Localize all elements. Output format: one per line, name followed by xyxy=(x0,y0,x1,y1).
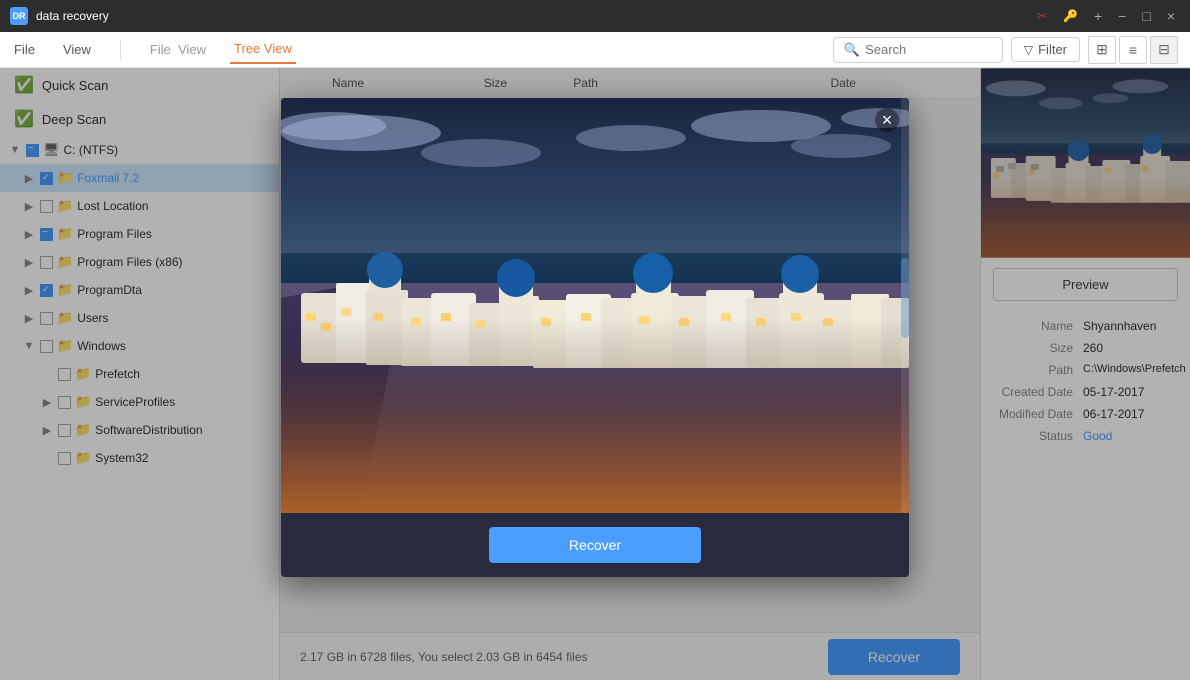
menubar: File View File View Tree View 🔍 ▽ Filter… xyxy=(0,32,1190,68)
search-input[interactable] xyxy=(865,42,985,57)
app-logo: DR xyxy=(10,7,28,25)
tab-tree-view[interactable]: Tree View xyxy=(230,35,296,64)
maximize-button[interactable]: □ xyxy=(1137,6,1155,26)
filter-button[interactable]: ▽ Filter xyxy=(1011,37,1080,62)
grid-view-button[interactable]: ⊞ xyxy=(1088,36,1116,64)
key-icon[interactable]: 🔑 xyxy=(1058,7,1083,25)
tab-file-view[interactable]: File View xyxy=(146,36,210,63)
image-preview-modal: × xyxy=(281,98,909,577)
titlebar-controls: ✂ 🔑 + − □ × xyxy=(1032,6,1180,26)
close-button[interactable]: × xyxy=(1162,6,1180,26)
menu-left: File View File View Tree View xyxy=(10,35,296,64)
filter-icon: ▽ xyxy=(1024,43,1033,57)
modal-image-container xyxy=(281,98,909,513)
titlebar-left: DR data recovery xyxy=(10,7,109,25)
large-view-button[interactable]: ⊟ xyxy=(1150,36,1178,64)
menu-view[interactable]: View xyxy=(59,36,95,63)
menu-right: 🔍 ▽ Filter ⊞ ≡ ⊟ xyxy=(833,36,1190,64)
recover-modal-button[interactable]: Recover xyxy=(489,527,701,563)
modal-overlay: × xyxy=(0,68,1190,680)
scissors-icon[interactable]: ✂ xyxy=(1032,7,1052,25)
search-box: 🔍 xyxy=(833,37,1003,63)
modal-footer: Recover xyxy=(281,513,909,577)
menu-file[interactable]: File xyxy=(10,36,39,63)
app-title: data recovery xyxy=(36,9,109,23)
titlebar: DR data recovery ✂ 🔑 + − □ × xyxy=(0,0,1190,32)
list-view-button[interactable]: ≡ xyxy=(1119,36,1147,64)
modal-preview-image xyxy=(281,98,909,513)
modal-close-button[interactable]: × xyxy=(875,108,899,132)
plus-icon[interactable]: + xyxy=(1089,6,1107,26)
minimize-button[interactable]: − xyxy=(1113,6,1131,26)
search-icon: 🔍 xyxy=(844,42,860,58)
view-toggle: ⊞ ≡ ⊟ xyxy=(1088,36,1178,64)
